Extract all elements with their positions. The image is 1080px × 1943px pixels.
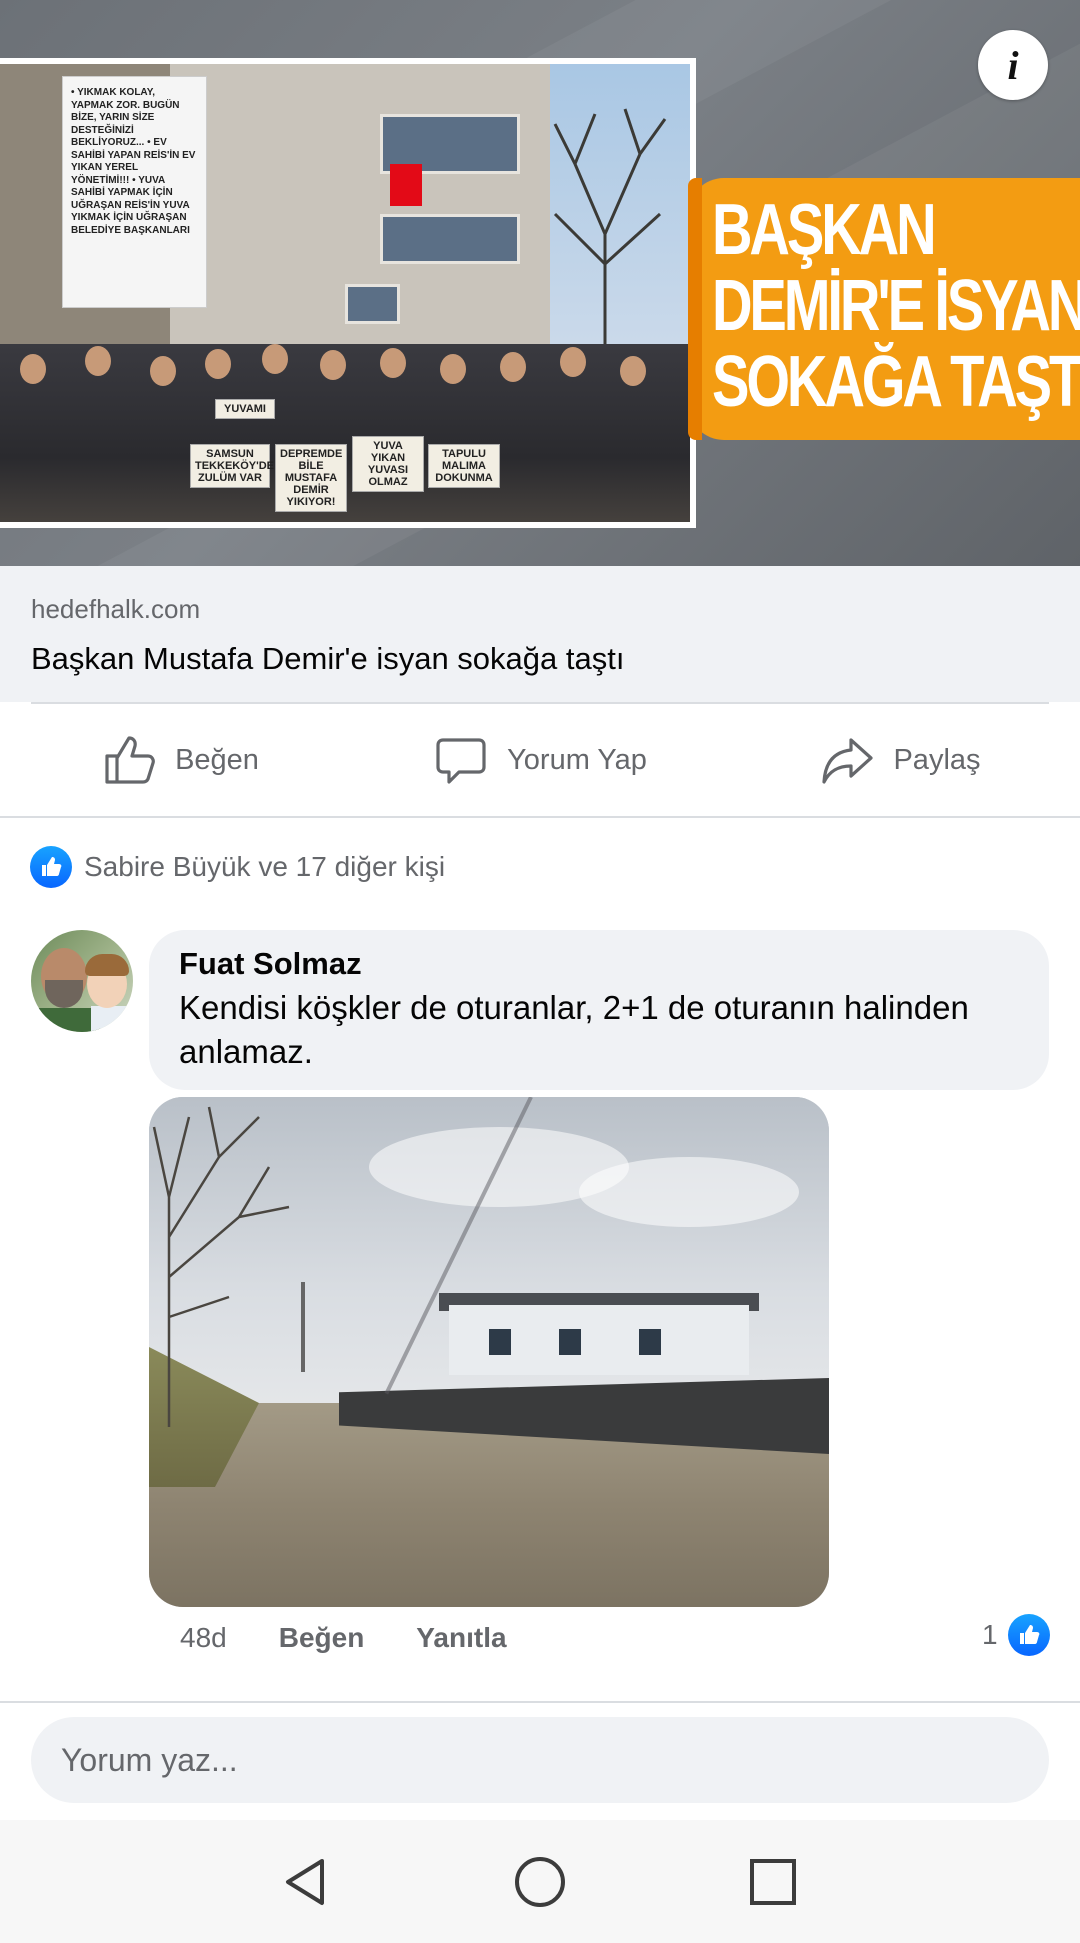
home-circle-icon[interactable] bbox=[511, 1853, 569, 1911]
crowd-person bbox=[620, 356, 646, 386]
attachment-house bbox=[449, 1305, 749, 1375]
comment-bubble[interactable]: Fuat Solmaz Kendisi köşkler de oturanlar… bbox=[149, 930, 1049, 1090]
avatar-child-hair bbox=[85, 954, 129, 976]
post-actions: Beğen Yorum Yap Paylaş bbox=[0, 704, 1080, 816]
reactions-summary[interactable]: Sabire Büyük ve 17 diğer kişi bbox=[30, 846, 445, 888]
comment-like-count: 1 bbox=[982, 1619, 998, 1650]
link-domain: hedefhalk.com bbox=[31, 594, 201, 624]
info-button[interactable]: i bbox=[978, 30, 1048, 100]
protest-sign: DEPREMDE BİLE MUSTAFA DEMİR YIKIYOR! bbox=[275, 444, 347, 513]
protest-sign: SAMSUN TEKKEKÖY'DE ZULÜM VAR bbox=[190, 444, 274, 489]
comment-reaction-count[interactable]: 1 bbox=[982, 1614, 1050, 1656]
like-reaction-icon bbox=[30, 846, 72, 888]
avatar[interactable] bbox=[31, 930, 133, 1032]
share-label: Paylaş bbox=[893, 743, 981, 776]
comment-author[interactable]: Fuat Solmaz bbox=[179, 946, 1019, 982]
crowd-person bbox=[205, 349, 231, 379]
recents-square-icon[interactable] bbox=[744, 1853, 802, 1911]
protest-crowd: YUVAMI SAMSUN TEKKEKÖY'DE ZULÜM VAR DEPR… bbox=[0, 344, 690, 522]
like-button[interactable]: Beğen bbox=[0, 704, 360, 816]
back-triangle-icon[interactable] bbox=[278, 1853, 336, 1911]
system-navigation-bar bbox=[0, 1820, 1080, 1943]
turkish-flag bbox=[390, 164, 422, 206]
headline-banner: BAŞKAN DEMİR'E İSYAN SOKAĞA TAŞTI bbox=[688, 178, 1080, 440]
share-button[interactable]: Paylaş bbox=[720, 704, 1080, 816]
crowd-person bbox=[320, 350, 346, 380]
protest-banner: • YIKMAK KOLAY, YAPMAK ZOR. BUGÜN BİZE, … bbox=[62, 76, 207, 308]
comment-input[interactable] bbox=[61, 1741, 1019, 1779]
house-window bbox=[639, 1329, 661, 1355]
attachment-tree bbox=[152, 1106, 290, 1427]
crowd-person bbox=[262, 344, 288, 374]
crowd-person bbox=[20, 354, 46, 384]
divider bbox=[0, 816, 1080, 818]
house-window bbox=[489, 1329, 511, 1355]
comment-bubble-icon bbox=[436, 738, 486, 784]
protest-sign: TAPULU MALIMA DOKUNMA bbox=[428, 444, 500, 489]
link-preview-image[interactable]: • YIKMAK KOLAY, YAPMAK ZOR. BUGÜN BİZE, … bbox=[0, 0, 1080, 566]
crowd-person bbox=[380, 348, 406, 378]
comment-button[interactable]: Yorum Yap bbox=[360, 704, 720, 816]
crowd-person bbox=[440, 354, 466, 384]
thumbs-up-icon bbox=[105, 736, 155, 784]
comment-like-button[interactable]: Beğen bbox=[279, 1622, 365, 1654]
comment-age[interactable]: 48d bbox=[180, 1622, 227, 1654]
comment-composer[interactable] bbox=[31, 1717, 1049, 1803]
headline-line: SOKAĞA TAŞTI bbox=[712, 342, 1080, 422]
crowd-person bbox=[560, 347, 586, 377]
photo-building-main bbox=[170, 64, 550, 374]
comment-text: Kendisi köşkler de oturanlar, 2+1 de otu… bbox=[179, 989, 969, 1070]
attachment-pole bbox=[301, 1282, 305, 1372]
comment-label: Yorum Yap bbox=[507, 743, 647, 776]
protest-sign: YUVAMI bbox=[215, 399, 275, 420]
reactions-text: Sabire Büyük ve 17 diğer kişi bbox=[84, 851, 446, 882]
comment-attachment-photo[interactable] bbox=[149, 1097, 829, 1607]
protest-sign: YUVA YIKAN YUVASI OLMAZ bbox=[352, 436, 424, 493]
crowd-person bbox=[150, 356, 176, 386]
divider bbox=[0, 1701, 1080, 1703]
like-reaction-icon bbox=[1007, 1614, 1050, 1656]
crowd-person bbox=[500, 352, 526, 382]
link-title[interactable]: Başkan Mustafa Demir'e isyan sokağa taşt… bbox=[31, 641, 1049, 677]
house-window bbox=[559, 1329, 581, 1355]
crowd-person bbox=[85, 346, 111, 376]
info-icon: i bbox=[1007, 42, 1019, 88]
like-label: Beğen bbox=[175, 743, 259, 776]
headline-line: DEMİR'E İSYAN bbox=[712, 266, 1080, 346]
bare-tree bbox=[553, 108, 667, 374]
share-arrow-icon bbox=[822, 738, 874, 784]
avatar-child-shirt bbox=[91, 1006, 131, 1032]
comment-reply-button[interactable]: Yanıtla bbox=[416, 1622, 506, 1654]
comment-meta: 48d Beğen Yanıtla bbox=[180, 1622, 507, 1654]
headline-accent-bar bbox=[688, 178, 702, 440]
link-meta[interactable]: hedefhalk.com Başkan Mustafa Demir'e isy… bbox=[0, 566, 1080, 702]
protest-photo: • YIKMAK KOLAY, YAPMAK ZOR. BUGÜN BİZE, … bbox=[0, 58, 696, 528]
attachment-cloud bbox=[579, 1157, 799, 1227]
headline-line: BAŞKAN bbox=[712, 190, 937, 270]
avatar-beard bbox=[45, 980, 83, 1008]
building-window bbox=[345, 284, 400, 324]
building-window bbox=[380, 214, 520, 264]
